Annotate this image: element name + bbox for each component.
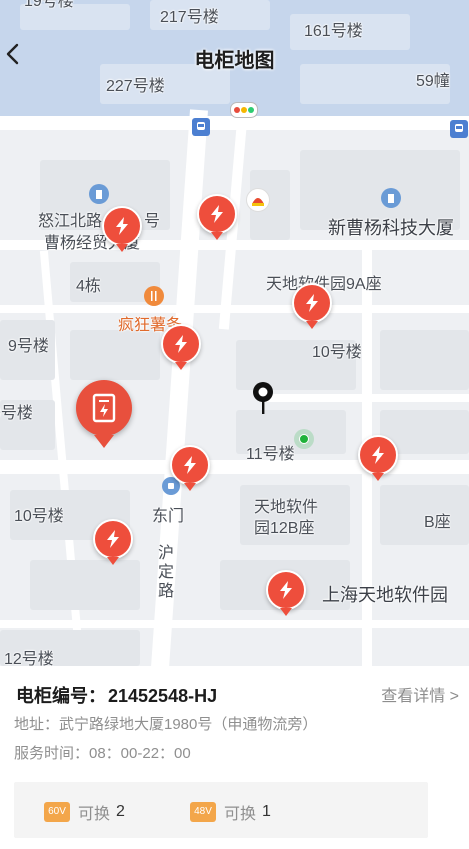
service-hours: 服务时间：08：00-22：00 xyxy=(14,745,191,762)
map-label: 11号楼 xyxy=(246,446,295,463)
map-block xyxy=(380,330,469,390)
cabinet-number: 电柜编号： 21452548-HJ xyxy=(14,682,217,708)
page-title: 电柜地图 xyxy=(194,50,275,72)
swap-station-marker[interactable] xyxy=(161,324,201,370)
metro-icon xyxy=(450,120,468,138)
traffic-light-icon xyxy=(230,102,258,118)
lightning-icon xyxy=(280,581,292,599)
map-label: 9号楼 xyxy=(0,405,33,422)
map-label: 161号楼 xyxy=(304,23,363,40)
swap-station-marker[interactable] xyxy=(102,206,142,252)
lightning-icon xyxy=(211,205,223,223)
building-icon xyxy=(89,184,109,204)
map-label: 东门 xyxy=(152,508,185,525)
map-label: 9号楼 xyxy=(8,338,49,355)
lightning-icon xyxy=(116,217,128,235)
map-label: 新曹杨科技大厦 xyxy=(328,218,454,238)
swap-station-marker[interactable] xyxy=(266,570,306,616)
swap-label: 可换 xyxy=(78,806,111,823)
map-label: 19号楼 xyxy=(24,0,74,10)
battery-cabinet-icon xyxy=(92,393,116,423)
battery-60v: 60V 可换 2 xyxy=(44,800,125,824)
cabinet-number-label: 电柜编号： xyxy=(16,686,106,706)
swap-station-marker[interactable] xyxy=(93,519,133,565)
map-block xyxy=(70,330,160,380)
map-road xyxy=(0,116,469,130)
voltage-badge: 48V xyxy=(190,802,216,822)
location-pin-icon xyxy=(250,380,276,416)
map-label: 10号楼 xyxy=(14,508,64,525)
map-label: 227号楼 xyxy=(106,78,165,95)
lightning-icon xyxy=(175,335,187,353)
map-label: 217号楼 xyxy=(160,9,219,26)
swap-label: 可换 xyxy=(224,806,257,823)
map-label: 天地软件 xyxy=(254,499,319,516)
swap-station-marker[interactable] xyxy=(358,435,398,481)
lightning-icon xyxy=(372,446,384,464)
swap-station-marker[interactable] xyxy=(292,283,332,329)
lightning-icon xyxy=(184,456,196,474)
battery-48v: 48V 可换 1 xyxy=(190,800,271,824)
food-icon xyxy=(144,286,164,306)
map-label: 沪定路 xyxy=(158,545,175,600)
cabinet-number-value: 21452548-HJ xyxy=(108,686,218,706)
swap-station-marker[interactable] xyxy=(197,194,237,240)
map-label: 12号楼 xyxy=(4,651,54,667)
map-road xyxy=(0,620,469,628)
gas-station-icon xyxy=(246,188,270,212)
map-label: B座 xyxy=(424,514,451,531)
cabinet-address: 地址：武宁路绿地大厦1980号（申通物流旁） xyxy=(14,716,318,733)
lightning-icon xyxy=(306,294,318,312)
selected-cabinet-marker[interactable] xyxy=(76,380,132,448)
map-road xyxy=(0,305,469,313)
map-label: 号 xyxy=(144,213,161,230)
voltage-badge: 60V xyxy=(44,802,70,822)
map-label: 上海天地软件园 xyxy=(322,585,448,605)
map-label: 园12B座 xyxy=(254,520,315,537)
map-label: 4栋 xyxy=(76,278,101,295)
map-label: 10号楼 xyxy=(312,344,362,361)
map-block xyxy=(30,560,140,610)
metro-icon xyxy=(192,118,210,136)
swap-count: 2 xyxy=(116,803,125,820)
my-location-indicator xyxy=(294,429,314,449)
map-road xyxy=(0,460,469,474)
swap-station-marker[interactable] xyxy=(170,445,210,491)
swap-count: 1 xyxy=(262,803,271,820)
view-details-link[interactable]: 查看详情 > xyxy=(381,682,459,706)
lightning-icon xyxy=(107,530,119,548)
map-label: 59幢 xyxy=(416,73,450,90)
map-view[interactable]: 19号楼 217号楼 161号楼 227号楼 59幢 怒江北路 号 曹杨经贸大厦… xyxy=(0,0,469,666)
map-label: 怒江北路 xyxy=(38,213,103,230)
building-icon xyxy=(381,188,401,208)
